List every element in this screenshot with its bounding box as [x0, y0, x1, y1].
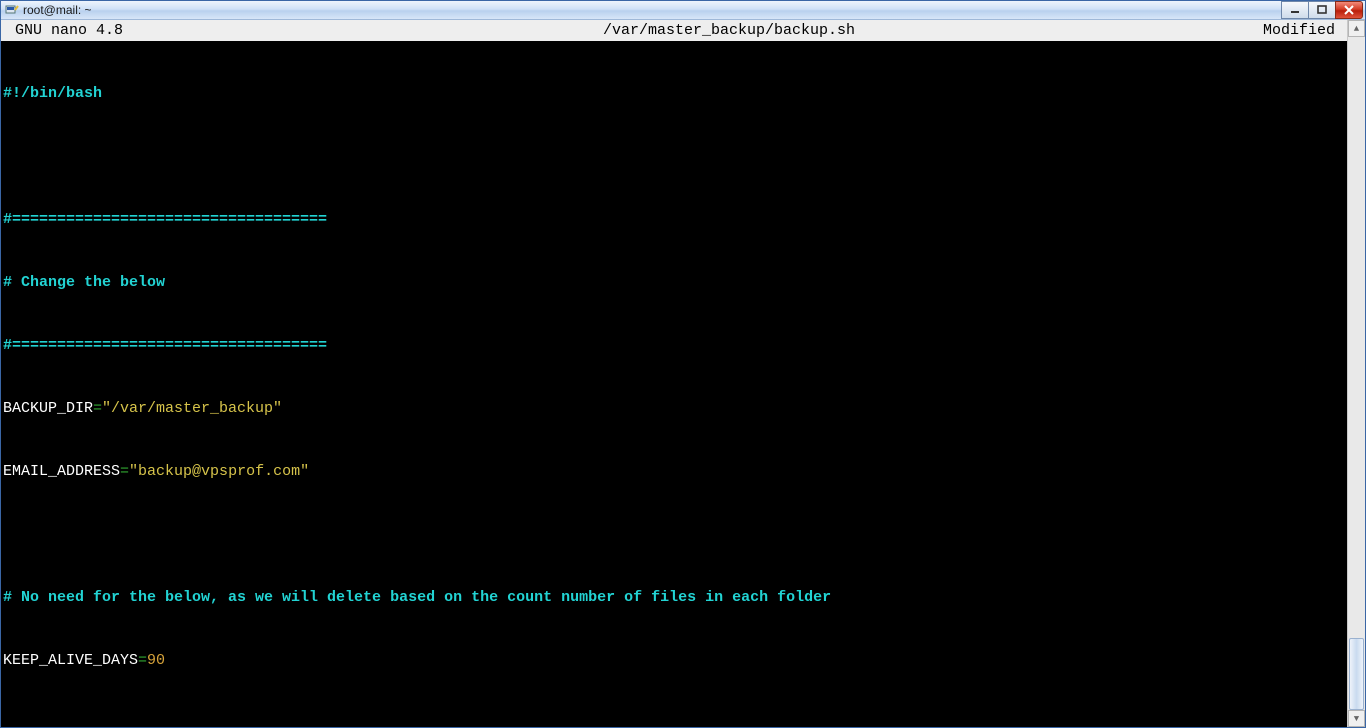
code-line: #=================================== — [3, 211, 327, 228]
nano-titlebar: GNU nano 4.8 /var/master_backup/backup.s… — [1, 20, 1347, 41]
close-button[interactable] — [1335, 1, 1363, 19]
window-title: root@mail: ~ — [23, 3, 92, 17]
scroll-up-button[interactable]: ▲ — [1348, 20, 1365, 37]
vertical-scrollbar[interactable]: ▲ ▼ — [1347, 20, 1365, 727]
putty-icon — [5, 3, 19, 17]
scroll-thumb[interactable] — [1349, 638, 1364, 710]
minimize-button[interactable] — [1281, 1, 1309, 19]
code-line: #=================================== — [3, 337, 327, 354]
maximize-button[interactable] — [1308, 1, 1336, 19]
code-line: BACKUP_DIR — [3, 400, 93, 417]
code-line: KEEP_ALIVE_DAYS — [3, 652, 138, 669]
scroll-track[interactable] — [1348, 37, 1365, 710]
title-bar[interactable]: root@mail: ~ — [1, 1, 1365, 19]
code-line: # No need for the below, as we will dele… — [3, 589, 831, 606]
code-line: #!/bin/bash — [3, 85, 102, 102]
editor-viewport[interactable]: #!/bin/bash #===========================… — [1, 41, 1347, 728]
code-line: EMAIL_ADDRESS — [3, 463, 120, 480]
nano-app-name: GNU nano 4.8 — [1, 20, 195, 41]
nano-file-path: /var/master_backup/backup.sh — [195, 20, 1263, 41]
nano-modified: Modified — [1263, 20, 1347, 41]
app-window: root@mail: ~ GNU nano 4.8 /var/master_ba… — [0, 0, 1366, 728]
code-line: # Change the below — [3, 274, 165, 291]
scroll-down-button[interactable]: ▼ — [1348, 710, 1365, 727]
